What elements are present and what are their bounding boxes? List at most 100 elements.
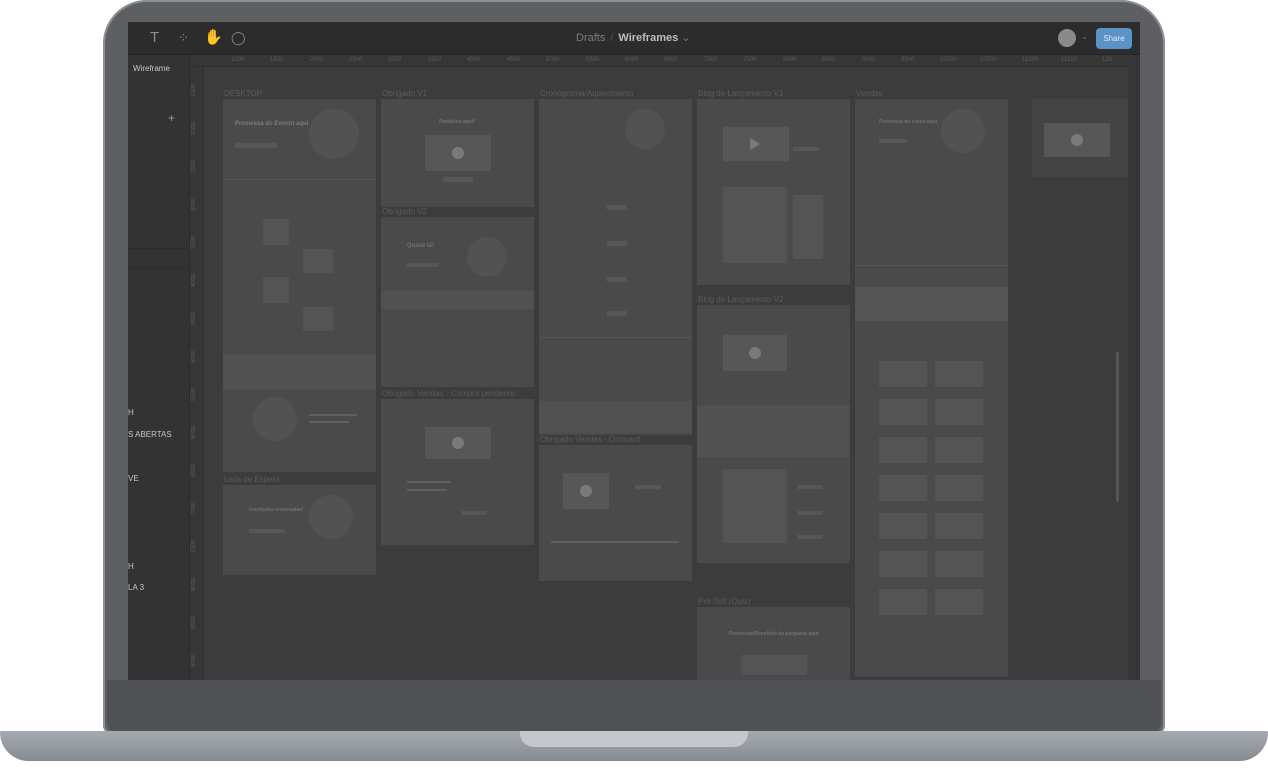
panel-divider — [128, 248, 190, 249]
ruler-tick: 8000 — [783, 57, 797, 63]
layer-item[interactable]: H — [128, 562, 134, 571]
ruler-tick: 4500 — [507, 57, 521, 63]
ruler-tick: 6000 — [625, 57, 639, 63]
layer-item[interactable]: LA 3 — [128, 583, 144, 592]
ruler-tick: 7000 — [704, 57, 718, 63]
frame-card — [935, 437, 983, 463]
frame-text-line — [407, 481, 451, 483]
frame-button — [797, 485, 823, 489]
frame-obrigado-vendas-compra[interactable] — [381, 399, 534, 545]
ruler-tick: 4000 — [467, 57, 481, 63]
ruler-horizontal: 1000 1500 2000 2500 3000 3500 4000 4500 … — [190, 55, 1140, 67]
frame-divider — [855, 265, 1008, 266]
frame-blog-v2[interactable] — [697, 305, 850, 563]
frame-label-obrigado-v1[interactable]: Obrigado V1 — [382, 89, 427, 98]
frame-pre-sell[interactable]: Promessa/Benefício da pergunta aqui — [697, 607, 850, 680]
file-name[interactable]: Wireframes — [618, 32, 678, 44]
frame-cronograma[interactable] — [539, 99, 692, 435]
ruler-tick: 1500 — [270, 57, 284, 63]
frame-heading: Promessa do Evento aqui — [235, 121, 309, 127]
frame-label-obrigado-vendas-onboard[interactable]: Obrigado Vendas - Onboard — [540, 435, 640, 444]
breadcrumb-drafts[interactable]: Drafts — [576, 32, 605, 44]
layer-item[interactable]: VE — [128, 474, 139, 483]
ruler-tick: 8000 — [191, 577, 197, 591]
ruler-tick: 7000 — [191, 501, 197, 515]
frame-divider — [539, 337, 692, 338]
frame-label-lista-espera[interactable]: Lista de Espera — [224, 475, 280, 484]
frame-desktop[interactable]: Promessa do Evento aqui — [223, 99, 376, 472]
chevron-down-icon[interactable]: ⌄ — [1081, 32, 1088, 41]
frame-form — [723, 469, 787, 543]
frame-obrigado-vendas-onboard[interactable] — [539, 445, 692, 581]
text-tool-icon[interactable]: T — [150, 30, 159, 46]
frame-label-cronograma[interactable]: Cronograma/Aquecimento — [540, 89, 633, 98]
frame-button — [793, 147, 819, 151]
layer-item[interactable]: H — [128, 408, 134, 417]
frame-label-obrigado-v2[interactable]: Obrigado V2 — [382, 207, 427, 216]
ruler-tick: 1500 — [191, 83, 197, 97]
frame-button — [607, 277, 627, 282]
ruler-tick: 11500 — [1061, 57, 1078, 63]
frame-card — [935, 551, 983, 577]
play-icon — [580, 485, 592, 497]
frame-section — [381, 291, 534, 309]
share-button[interactable]: Share — [1096, 28, 1132, 49]
vertical-scrollbar[interactable] — [1116, 352, 1119, 502]
ruler-tick: 2000 — [310, 57, 324, 63]
resources-icon[interactable]: ⁘ — [178, 30, 189, 46]
frame-heading: Parabéns aqui! — [439, 119, 475, 125]
frame-label-obrigado-vendas-compra[interactable]: Obrigado Vendas - Compra pendente — [382, 389, 515, 398]
ruler-tick: 6500 — [191, 463, 197, 477]
frame-button — [635, 485, 661, 489]
frame-label-pre-sell[interactable]: Pré-Sell (Quiz) — [698, 597, 750, 606]
ruler-tick: 5500 — [191, 387, 197, 401]
ruler-tick: 8500 — [191, 615, 197, 629]
ruler-tick: 3500 — [191, 235, 197, 249]
add-page-icon[interactable]: + — [168, 111, 175, 125]
frame-obrigado-v2[interactable]: Quase lá! — [381, 217, 534, 387]
frame-divider — [223, 179, 376, 180]
frame-blog-v1[interactable] — [697, 99, 850, 285]
ruler-vertical: 1500 2000 2500 3000 3500 4000 4500 5000 … — [190, 67, 204, 680]
hand-tool-icon[interactable]: ✋ — [204, 30, 223, 46]
frame-obrigado-v1[interactable]: Parabéns aqui! — [381, 99, 534, 207]
canvas[interactable]: DESKTOP Promessa do Evento aqui Lista de… — [204, 67, 1128, 680]
frame-section — [539, 401, 692, 433]
frame-label-blog-v2[interactable]: Blog de Lançamento V2 — [698, 295, 783, 304]
ruler-tick: 8500 — [822, 57, 836, 63]
frame-vendas[interactable]: Promessa do curso aqui. — [855, 99, 1008, 677]
frame-label-desktop[interactable]: DESKTOP — [224, 89, 262, 98]
ruler-tick: 7500 — [191, 539, 197, 553]
panel-divider — [128, 268, 190, 269]
ruler-tick: 5000 — [191, 349, 197, 363]
frame-text-line — [407, 489, 447, 491]
frame-lista-espera[interactable]: Inscrições encerradas! — [223, 485, 376, 575]
play-icon — [750, 138, 760, 150]
frame-label-blog-v1[interactable]: Blog de Lançamento V1 — [698, 89, 783, 98]
ruler-tick: 10000 — [940, 57, 957, 63]
frame-card — [935, 361, 983, 387]
ruler-tick: 9500 — [901, 57, 915, 63]
frame-heading: Quase lá! — [407, 243, 435, 249]
avatar[interactable] — [1058, 29, 1076, 47]
frame-mobile[interactable] — [1032, 99, 1128, 177]
frame-card — [879, 475, 927, 501]
ruler-tick: 9000 — [191, 653, 197, 667]
frame-section — [697, 405, 850, 457]
frame-text-line — [551, 541, 679, 543]
frame-button — [461, 511, 487, 515]
frame-image — [309, 109, 359, 159]
ruler-tick: 10500 — [980, 57, 997, 63]
frame-image — [467, 237, 507, 277]
page-name[interactable]: Wireframe — [133, 64, 170, 73]
frame-button — [443, 177, 473, 182]
frame-card — [879, 361, 927, 387]
ruler-tick: 6500 — [664, 57, 678, 63]
ruler-tick: 2500 — [349, 57, 363, 63]
frame-card — [879, 551, 927, 577]
chevron-down-icon[interactable]: ⌄ — [681, 32, 690, 44]
layer-item[interactable]: S ABERTAS — [128, 430, 172, 439]
play-icon — [749, 347, 761, 359]
frame-label-vendas[interactable]: Vendas — [856, 89, 883, 98]
comment-tool-icon[interactable]: ◯ — [231, 30, 246, 46]
